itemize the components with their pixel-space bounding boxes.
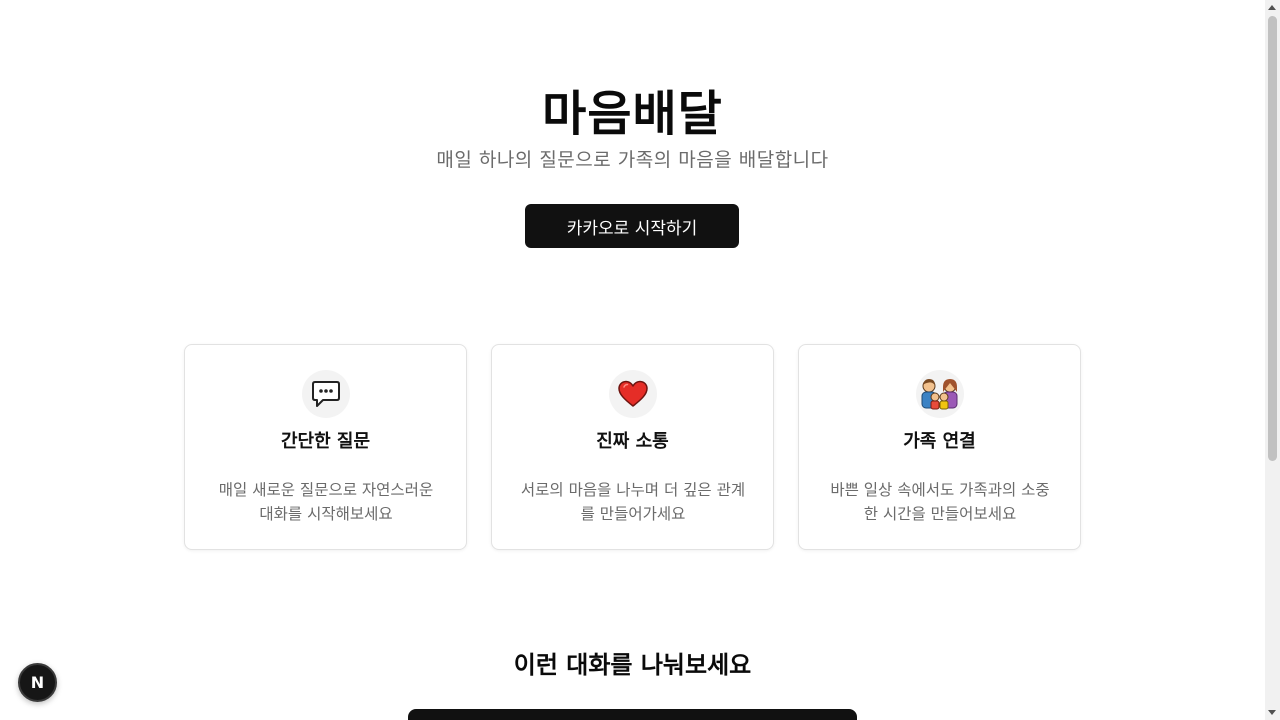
nextjs-dev-indicator-button[interactable]: N (18, 663, 57, 702)
scroll-up-arrow-icon[interactable] (1268, 5, 1276, 10)
feature-description: 서로의 마음을 나누며 더 깊은 관계를 만들어가세요 (520, 481, 746, 523)
feature-card-real-communication: 진짜 소통 서로의 마음을 나누며 더 깊은 관계를 만들어가세요 (491, 344, 774, 550)
red-heart-icon (609, 370, 657, 418)
page-title: 마음배달 (542, 86, 723, 142)
family-icon (916, 370, 964, 418)
feature-card-family-connection: 가족 연결 바쁜 일상 속에서도 가족과의 소중한 시간을 만들어보세요 (798, 344, 1081, 550)
kakao-start-button[interactable]: 카카오로 시작하기 (525, 204, 739, 248)
speech-bubble-icon (302, 370, 350, 418)
section-title: 이런 대화를 나눠보세요 (513, 651, 752, 679)
page-subtitle: 매일 하나의 질문으로 가족의 마음을 배달합니다 (436, 149, 829, 171)
scroll-down-arrow-icon[interactable] (1268, 710, 1276, 715)
landing-page: 마음배달 매일 하나의 질문으로 가족의 마음을 배달합니다 카카오로 시작하기… (0, 0, 1265, 720)
feature-card-simple-question: 간단한 질문 매일 새로운 질문으로 자연스러운 대화를 시작해보세요 (184, 344, 467, 550)
feature-title: 진짜 소통 (596, 431, 669, 452)
feature-description: 매일 새로운 질문으로 자연스러운 대화를 시작해보세요 (218, 481, 434, 523)
conversation-preview-card (408, 709, 857, 720)
feature-title: 가족 연결 (903, 431, 976, 452)
feature-description: 바쁜 일상 속에서도 가족과의 소중한 시간을 만들어보세요 (830, 481, 1050, 523)
scrollbar-thumb[interactable] (1268, 16, 1277, 461)
vertical-scrollbar[interactable] (1265, 0, 1280, 720)
feature-title: 간단한 질문 (280, 431, 371, 452)
